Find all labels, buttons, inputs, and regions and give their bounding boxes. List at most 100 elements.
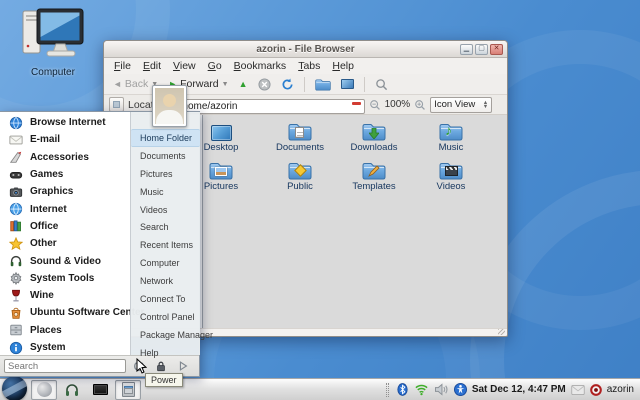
place-music[interactable]: Music [131, 183, 200, 201]
taskbar: Sat Dec 12, 4:47 PM azorin [0, 376, 640, 400]
menu-item-email[interactable]: E-mail [0, 131, 130, 148]
folder-label: Music [438, 142, 464, 153]
remove-location-icon[interactable] [351, 101, 361, 105]
taskbar-browser-button[interactable] [31, 379, 57, 400]
gamepad-icon [9, 171, 23, 179]
folder-documents[interactable]: Documents [264, 120, 336, 153]
place-network[interactable]: Network [131, 272, 200, 290]
menu-item-office[interactable]: Office [0, 218, 130, 235]
computer-button[interactable] [337, 78, 358, 90]
computer-icon-label: Computer [31, 67, 75, 78]
place-package-manager[interactable]: Package Manager [131, 326, 213, 344]
up-icon: ▲ [238, 79, 248, 89]
back-label: Back [124, 78, 149, 90]
resize-grip[interactable] [498, 329, 505, 335]
folder-label: Public [287, 181, 313, 192]
zoom-out-icon[interactable] [369, 99, 381, 111]
minimize-button[interactable]: ▁ [460, 44, 473, 55]
home-button[interactable] [311, 77, 335, 92]
menubar-item-view[interactable]: View [167, 59, 202, 73]
up-button[interactable]: ▲ [235, 78, 252, 90]
window-menubar: File Edit View Go Bookmarks Tabs Help [104, 58, 507, 74]
menu-places-column: Home Folder Documents Pictures Music Vid… [130, 112, 213, 358]
menu-item-browse-internet[interactable]: Browse Internet [0, 114, 130, 131]
taskbar-terminal-button[interactable] [87, 380, 113, 400]
star-icon [9, 236, 23, 250]
menubar-item-help[interactable]: Help [326, 59, 360, 73]
menu-item-system[interactable]: System [0, 339, 130, 356]
place-connect-to[interactable]: Connect To [131, 290, 200, 308]
menu-item-games[interactable]: Games [0, 166, 130, 183]
menubar-item-file[interactable]: File [108, 59, 137, 73]
mouse-cursor [136, 358, 147, 374]
menu-item-accessories[interactable]: Accessories [0, 149, 130, 166]
taskbar-file-browser-button[interactable] [115, 379, 141, 400]
utility-knife-icon [9, 151, 22, 163]
place-control-panel[interactable]: Control Panel [131, 308, 200, 326]
menu-item-software-center[interactable]: Ubuntu Software Center [0, 304, 144, 321]
menu-item-wine[interactable]: Wine [0, 287, 130, 304]
spinner-icon: ▲ ▼ [482, 99, 489, 110]
stop-button[interactable] [254, 77, 275, 92]
place-recent-items[interactable]: Recent Items [131, 236, 200, 254]
folder-music[interactable]: ♪ Music [415, 120, 487, 153]
folder-label: Downloads [350, 142, 398, 153]
menubar-item-tabs[interactable]: Tabs [292, 59, 326, 73]
menubar-item-go[interactable]: Go [202, 59, 228, 73]
session-indicator-icon[interactable] [589, 383, 602, 396]
icon-view-area[interactable]: Desktop Documents Downloads ♪ Music Pict… [203, 115, 507, 328]
taskbar-username[interactable]: azorin [607, 384, 634, 395]
menu-item-graphics[interactable]: Graphics [0, 183, 130, 200]
picture-emblem-icon [215, 167, 227, 176]
window-titlebar[interactable]: azorin - File Browser ▁ ▢ ✕ [104, 41, 507, 58]
sidepane-toggle-icon [113, 101, 120, 108]
lock-icon [157, 361, 165, 372]
view-mode-select[interactable]: Icon View ▲ ▼ [430, 96, 493, 113]
menu-item-internet[interactable]: Internet [0, 200, 130, 217]
folder-downloads[interactable]: Downloads [338, 120, 410, 153]
place-documents[interactable]: Documents [131, 147, 200, 165]
maximize-button[interactable]: ▢ [475, 44, 488, 55]
menu-app-column: Browse Internet E-mail Accessories Games… [0, 112, 144, 356]
toolbar-separator [303, 76, 305, 92]
close-button[interactable]: ✕ [490, 44, 503, 55]
computer-desktop-icon[interactable]: Computer [14, 8, 92, 78]
menubar-item-edit[interactable]: Edit [137, 59, 167, 73]
user-avatar[interactable] [152, 85, 187, 127]
folder-videos[interactable]: Videos [415, 159, 487, 192]
menu-item-system-tools[interactable]: System Tools [0, 270, 130, 287]
place-videos[interactable]: Videos [131, 201, 200, 219]
forward-dropdown-icon[interactable]: ▼ [222, 81, 229, 88]
location-input[interactable] [174, 98, 365, 114]
tray-grip[interactable] [385, 382, 389, 397]
location-field-wrap [174, 96, 365, 114]
place-computer[interactable]: Computer [131, 254, 200, 272]
menubar-item-bookmarks[interactable]: Bookmarks [228, 59, 293, 73]
file-cabinet-icon [121, 382, 135, 397]
wifi-icon[interactable] [414, 383, 429, 396]
desktop-folder-icon [210, 125, 232, 141]
menu-item-places[interactable]: Places [0, 322, 130, 339]
taskbar-media-button[interactable] [59, 380, 85, 400]
menu-search-input[interactable] [4, 359, 126, 373]
taskbar-clock[interactable]: Sat Dec 12, 4:47 PM [472, 384, 566, 395]
reload-button[interactable] [277, 77, 298, 92]
volume-icon[interactable] [434, 383, 449, 396]
place-search[interactable]: Search [131, 218, 200, 236]
place-pictures[interactable]: Pictures [131, 165, 200, 183]
folder-public[interactable]: Public [264, 159, 336, 192]
zoom-level: 100% [384, 99, 411, 110]
info-icon [9, 341, 23, 354]
place-home-folder[interactable]: Home Folder [131, 129, 200, 147]
menu-item-other[interactable]: Other [0, 235, 130, 252]
music-note-icon: ♪ [445, 122, 452, 138]
sidepane-toggle-button[interactable] [109, 97, 124, 112]
bluetooth-icon[interactable] [396, 383, 409, 396]
zoom-in-icon[interactable] [414, 99, 426, 111]
mail-indicator-icon[interactable] [571, 384, 585, 395]
menu-item-sound-video[interactable]: Sound & Video [0, 252, 130, 269]
zorin-menu-button[interactable] [2, 376, 27, 400]
accessibility-icon[interactable] [453, 383, 467, 396]
search-button[interactable] [371, 77, 392, 92]
folder-templates[interactable]: Templates [338, 159, 410, 192]
